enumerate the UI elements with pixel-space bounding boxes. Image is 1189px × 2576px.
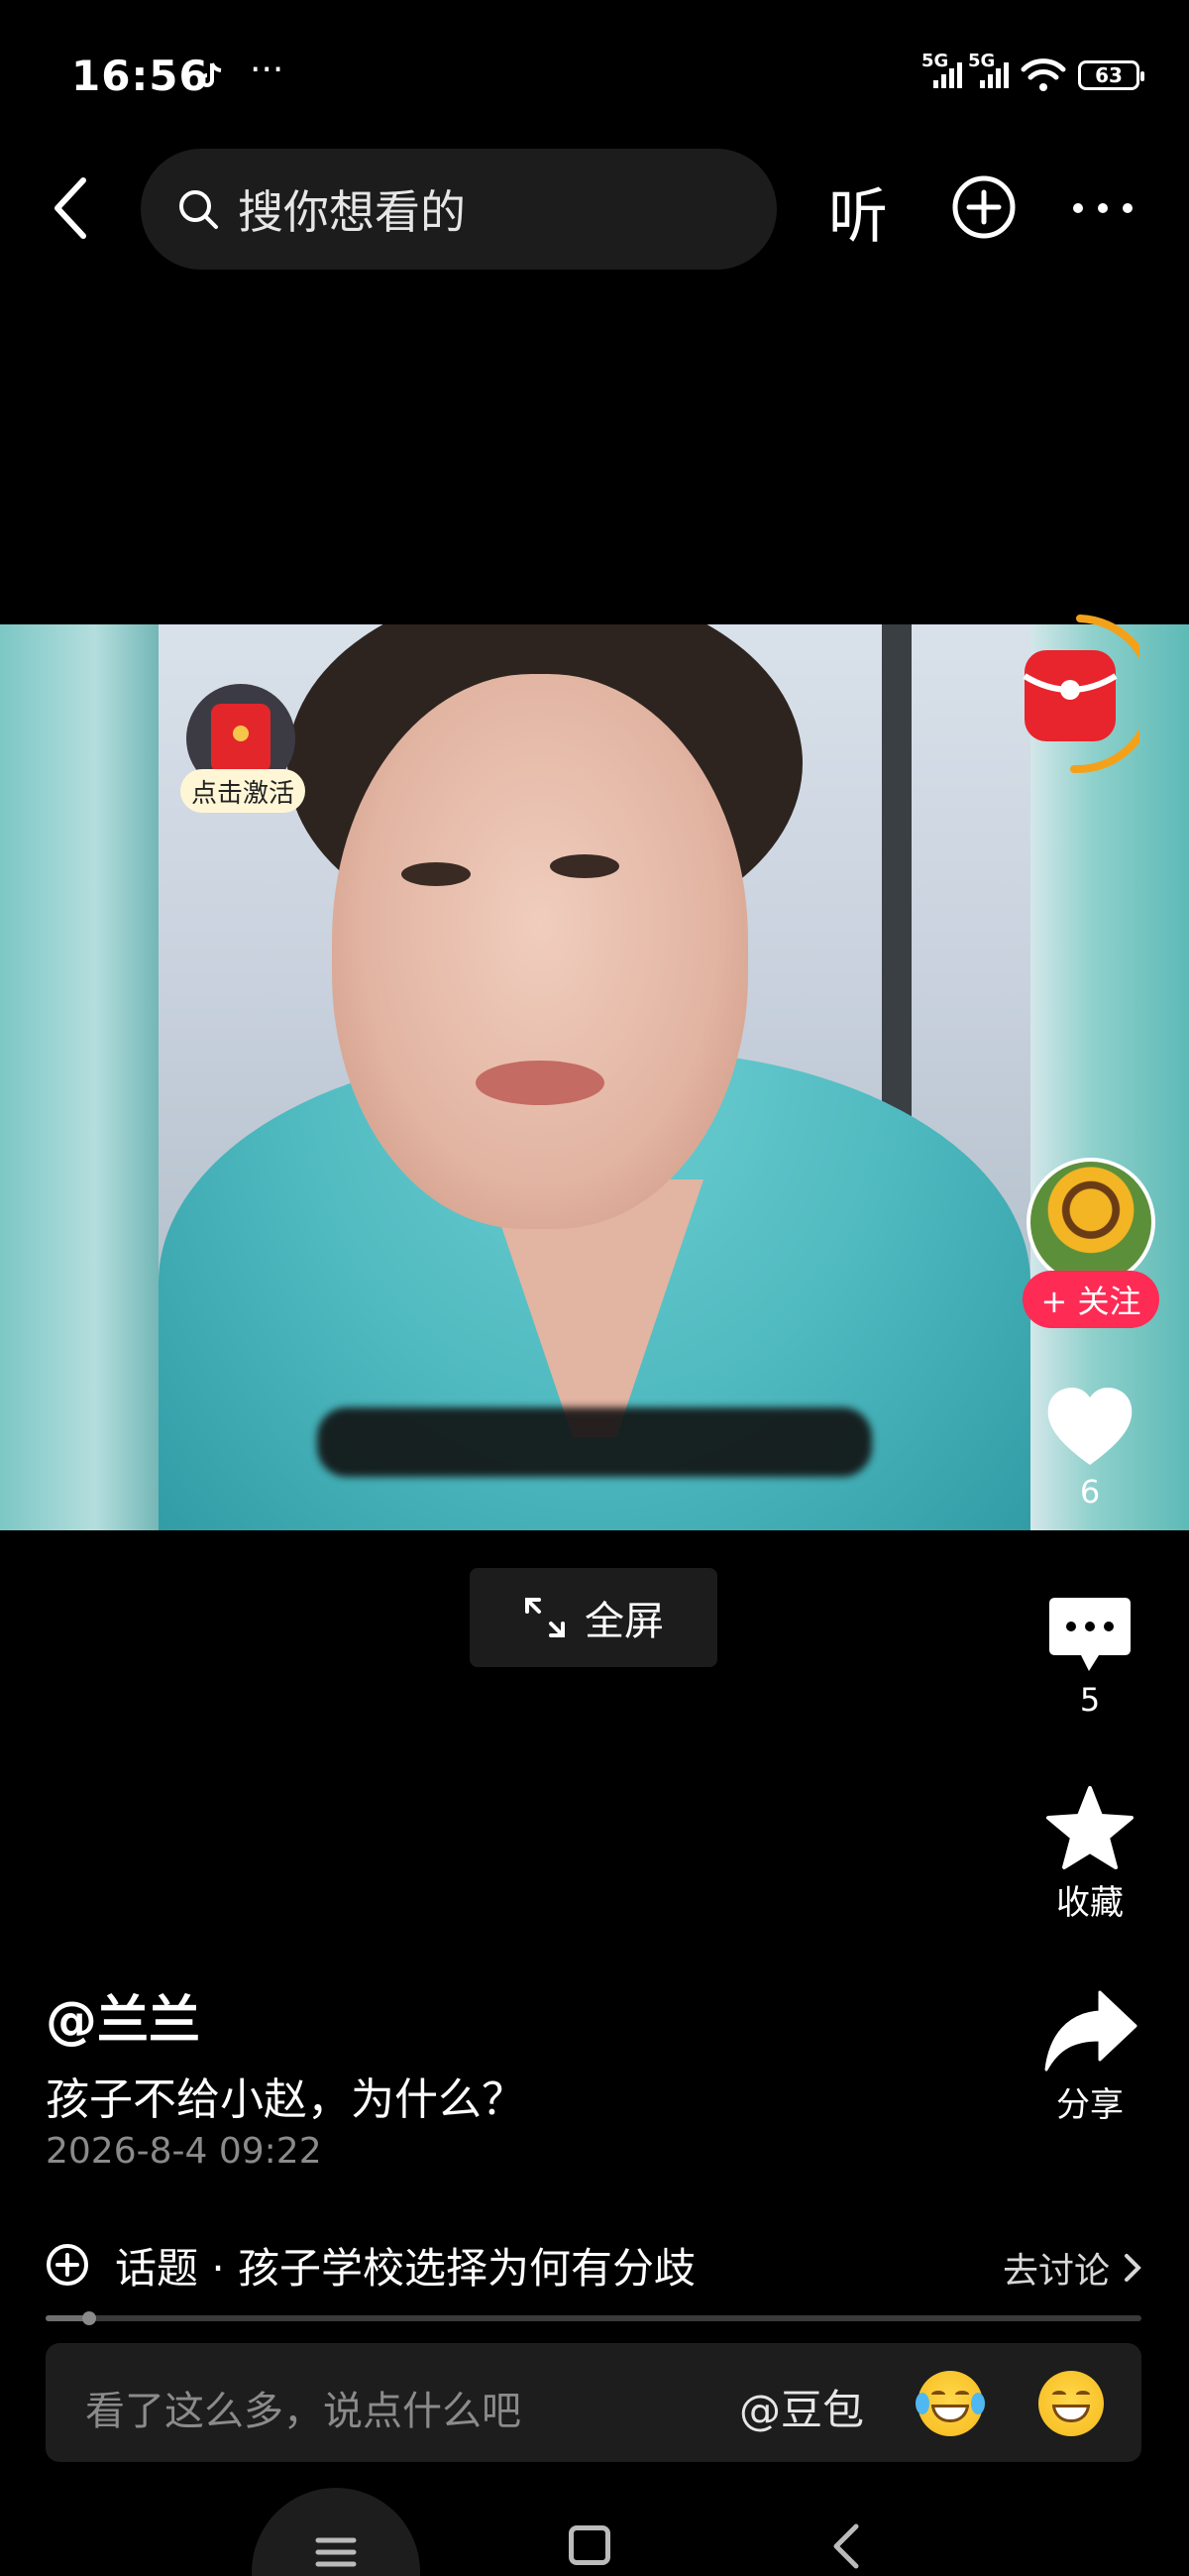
fullscreen-icon <box>525 1598 565 1637</box>
status-bar: 16:56 ··· 5G 5G 63 <box>0 0 1189 139</box>
post-caption: 孩子不给小赵，为什么？ <box>46 2074 525 2125</box>
search-icon <box>179 190 218 229</box>
topic-discuss-link[interactable]: 去讨论 <box>1003 2242 1141 2294</box>
author-avatar[interactable] <box>1027 1158 1155 1287</box>
emoji-eye-left <box>931 2391 945 2399</box>
favorite-button[interactable]: 收藏 <box>1021 1784 1159 1924</box>
status-right-group: 5G 5G 63 <box>921 51 1144 95</box>
share-button[interactable]: 分享 <box>1021 1988 1159 2126</box>
emoji-tear-right <box>971 2393 985 2414</box>
search-input[interactable]: 搜你想看的 <box>141 149 777 270</box>
person-eye-left <box>401 862 471 886</box>
playback-progress-knob[interactable] <box>82 2311 97 2325</box>
topic-discuss-label: 去讨论 <box>1002 2251 1110 2292</box>
menu-button[interactable] <box>252 2488 420 2576</box>
post-datetime: 2026-8-4 09:22 <box>46 2131 322 2172</box>
favorite-label: 收藏 <box>1056 1883 1124 1923</box>
topic-bar[interactable]: 话题 · 孩子学校选择为何有分歧 去讨论 <box>46 2234 1141 2296</box>
back-icon <box>54 177 86 239</box>
like-button[interactable]: 6 <box>1021 1386 1159 1511</box>
fullscreen-label: 全屏 <box>585 1599 664 1644</box>
share-icon <box>1044 1990 1137 2072</box>
signal-icon-2: 5G <box>968 51 1009 88</box>
chevron-right-icon <box>1125 2254 1141 2282</box>
signal-label: 5G <box>921 51 949 71</box>
home-square-icon[interactable] <box>569 2525 610 2565</box>
topic-icon <box>47 2244 88 2286</box>
emoji-mouth-2 <box>1052 2405 1090 2422</box>
person-face <box>332 674 748 1229</box>
blurred-subtitle <box>317 1407 872 1477</box>
mention-button[interactable]: @豆包 <box>739 2377 864 2437</box>
back-button[interactable] <box>40 168 99 248</box>
emoji-tear-left <box>916 2393 929 2414</box>
listen-button[interactable]: 听 <box>828 168 888 255</box>
topic-text: 话题 · 孩子学校选择为何有分歧 <box>115 2243 697 2293</box>
fullscreen-button[interactable]: 全屏 <box>470 1568 717 1667</box>
star-icon <box>1046 1786 1134 1869</box>
follow-button[interactable]: + 关注 <box>1023 1271 1159 1328</box>
redpacket-icon <box>211 704 270 773</box>
signal-label-2: 5G <box>968 51 996 71</box>
activate-label[interactable]: 点击激活 <box>180 769 305 813</box>
emoji-eye-right-2 <box>1076 2391 1090 2399</box>
tiktok-icon <box>200 62 222 87</box>
comment-placeholder: 看了这么多，说点什么吧 <box>85 2389 521 2434</box>
comment-count: 5 <box>1079 1681 1101 1719</box>
comment-button[interactable]: 5 <box>1021 1594 1159 1719</box>
emoji-eye-right <box>955 2391 969 2399</box>
comment-input[interactable]: 看了这么多，说点什么吧 @豆包 <box>46 2343 1141 2462</box>
playback-progress-bar[interactable] <box>46 2311 1141 2325</box>
person-eye-right <box>550 854 619 878</box>
author-name[interactable]: @兰兰 <box>46 1978 200 2053</box>
system-navbar <box>0 2488 1189 2576</box>
person-mouth <box>476 1061 604 1105</box>
emoji-grin-icon[interactable] <box>1038 2371 1104 2436</box>
heart-icon <box>1047 1388 1133 1465</box>
battery-indicator: 63 <box>1078 60 1144 90</box>
emoji-laugh-cry-icon[interactable] <box>916 2371 985 2436</box>
add-icon[interactable] <box>951 174 1017 240</box>
like-count: 6 <box>1079 1473 1101 1511</box>
redpacket-timer-icon[interactable] <box>1011 613 1139 775</box>
comment-icon <box>1049 1598 1131 1671</box>
emoji-mouth <box>931 2405 969 2422</box>
menu-icon <box>315 2537 357 2567</box>
wifi-icon <box>1021 58 1066 91</box>
nav-back-icon[interactable] <box>826 2521 866 2571</box>
search-placeholder: 搜你想看的 <box>238 185 466 239</box>
signal-icon: 5G <box>921 51 962 88</box>
share-label: 分享 <box>1056 2085 1124 2125</box>
status-more-indicator: ··· <box>250 50 284 90</box>
emoji-eye-left-2 <box>1052 2391 1066 2399</box>
more-icon[interactable] <box>1070 198 1135 218</box>
status-time: 16:56 <box>71 52 209 100</box>
